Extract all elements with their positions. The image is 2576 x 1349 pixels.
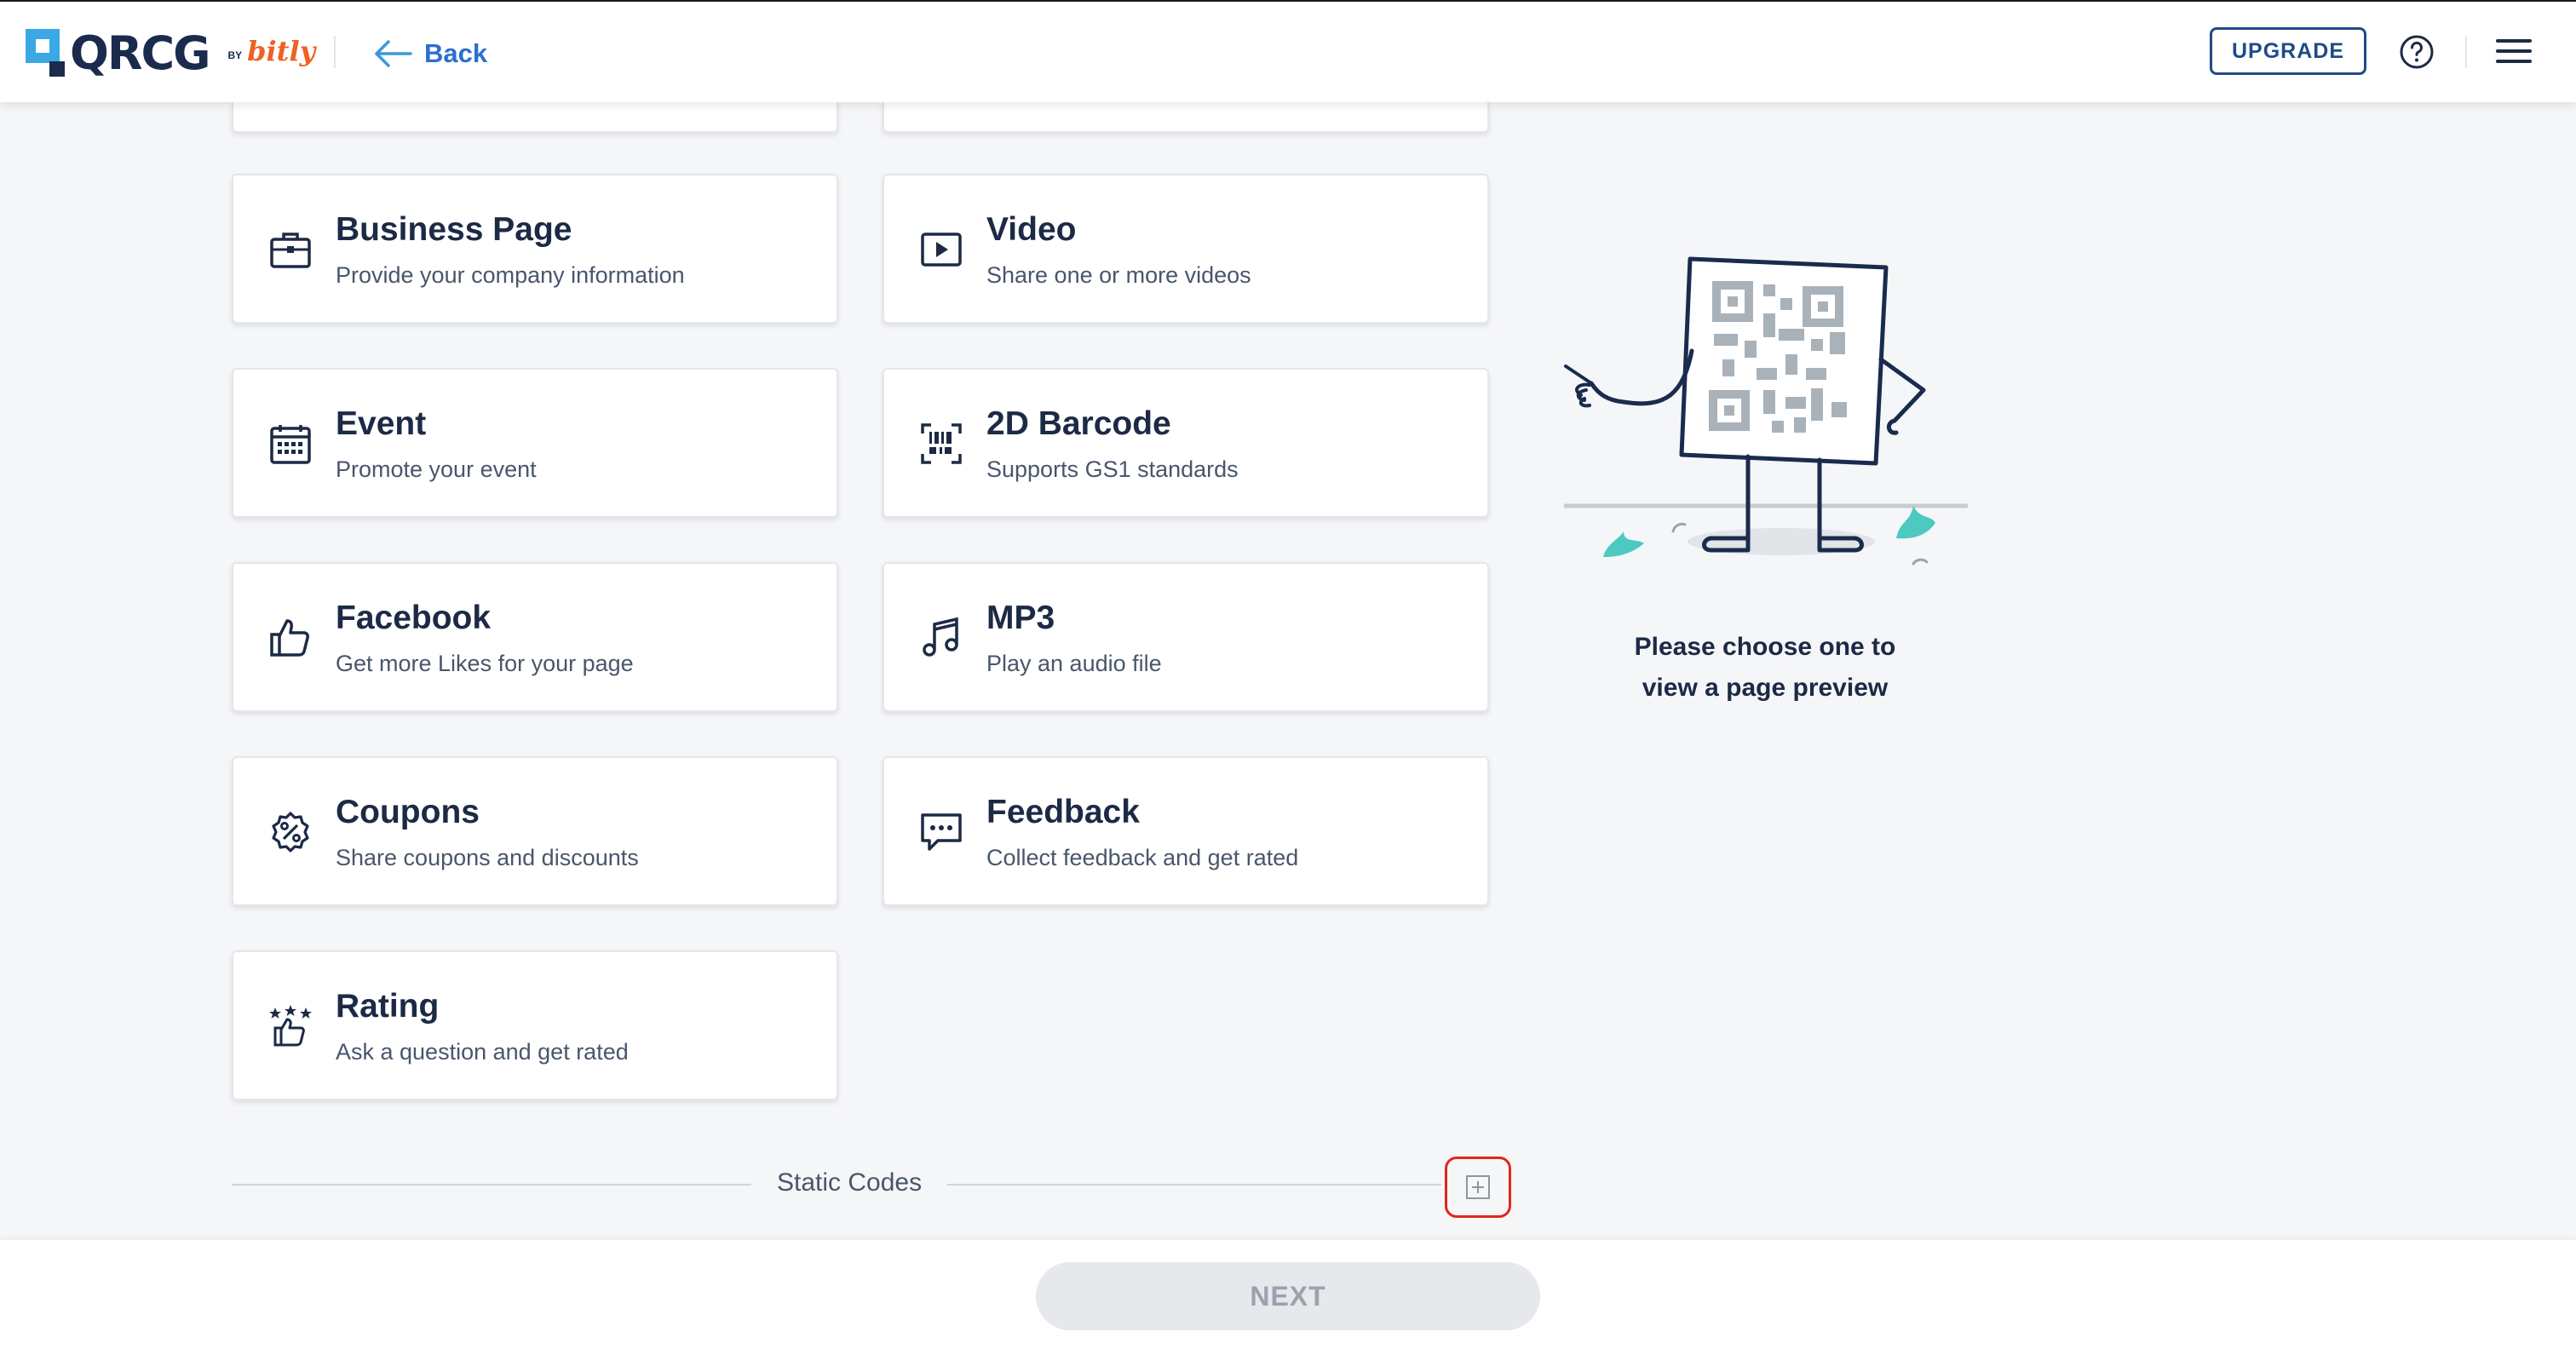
upgrade-label: UPGRADE — [2231, 38, 2344, 63]
chat-bubble-icon — [917, 807, 966, 857]
card-title: Event — [336, 405, 427, 442]
help-icon[interactable] — [2399, 34, 2435, 70]
card-title: Rating — [336, 988, 440, 1025]
star-rating-icon — [266, 1002, 315, 1051]
card-title: 2D Barcode — [986, 405, 1171, 442]
card-subtitle: Share one or more videos — [986, 262, 1251, 288]
section-divider-left — [232, 1184, 751, 1185]
logo-text: QRCG — [70, 26, 210, 80]
calendar-icon — [266, 419, 315, 468]
card-feedback[interactable]: Feedback Collect feedback and get rated — [883, 756, 1489, 906]
card-title: Coupons — [336, 794, 480, 830]
header-divider-right — [2465, 36, 2467, 68]
thumbs-up-icon — [266, 613, 315, 663]
percent-badge-icon — [266, 807, 315, 857]
music-note-icon — [917, 613, 966, 663]
card-subtitle: Share coupons and discounts — [336, 845, 639, 870]
card-title: Facebook — [336, 600, 492, 636]
upgrade-button[interactable]: UPGRADE — [2210, 27, 2366, 75]
next-label: NEXT — [1250, 1280, 1326, 1312]
card-facebook[interactable]: Facebook Get more Likes for your page — [232, 562, 838, 712]
barcode-scan-icon — [917, 419, 966, 468]
hamburger-menu-icon[interactable] — [2496, 39, 2532, 66]
plus-square-icon — [1466, 1175, 1490, 1199]
back-button[interactable]: Back — [373, 32, 487, 75]
briefcase-icon — [266, 225, 315, 274]
qrcg-logo[interactable]: QRCG BY bitly — [26, 26, 316, 80]
card-2d-barcode[interactable]: 2D Barcode Supports GS1 standards — [883, 368, 1489, 518]
card-event[interactable]: Event Promote your event — [232, 368, 838, 518]
card-partial-left[interactable] — [232, 102, 838, 133]
card-coupons[interactable]: Coupons Share coupons and discounts — [232, 756, 838, 906]
card-mp3[interactable]: MP3 Play an audio file — [883, 562, 1489, 712]
card-subtitle: Promote your event — [336, 456, 537, 482]
card-title: Business Page — [336, 211, 572, 248]
card-title: MP3 — [986, 600, 1055, 636]
logo-by-text: BY — [227, 49, 243, 61]
preview-hint-text: Please choose one to view a page preview — [1593, 627, 1937, 709]
card-subtitle: Collect feedback and get rated — [986, 845, 1299, 870]
bitly-logo-text: bitly — [247, 35, 316, 67]
video-play-icon — [917, 225, 966, 274]
preview-hint-line2: view a page preview — [1642, 674, 1889, 702]
next-button[interactable]: NEXT — [1036, 1262, 1540, 1330]
section-divider-right — [947, 1184, 1441, 1185]
card-video[interactable]: Video Share one or more videos — [883, 174, 1489, 324]
card-subtitle: Ask a question and get rated — [336, 1039, 629, 1065]
card-subtitle: Get more Likes for your page — [336, 651, 634, 676]
static-codes-label: Static Codes — [777, 1168, 923, 1197]
card-subtitle: Provide your company information — [336, 262, 685, 288]
preview-hint-line1: Please choose one to — [1634, 633, 1896, 661]
card-partial-right[interactable] — [883, 102, 1489, 133]
arrow-left-icon — [375, 40, 412, 67]
card-subtitle: Supports GS1 standards — [986, 456, 1239, 482]
card-business-page[interactable]: Business Page Provide your company infor… — [232, 174, 838, 324]
card-rating[interactable]: Rating Ask a question and get rated — [232, 950, 838, 1100]
qr-mascot-illustration — [1564, 256, 1968, 565]
card-title: Video — [986, 211, 1077, 248]
card-title: Feedback — [986, 794, 1140, 830]
header-divider — [334, 36, 336, 68]
qrcg-logo-mark — [26, 29, 65, 77]
expand-static-codes-button[interactable] — [1445, 1157, 1511, 1218]
top-header: QRCG BY bitly Back UPGRADE — [0, 2, 2576, 102]
back-label: Back — [424, 38, 488, 68]
card-subtitle: Play an audio file — [986, 651, 1162, 676]
